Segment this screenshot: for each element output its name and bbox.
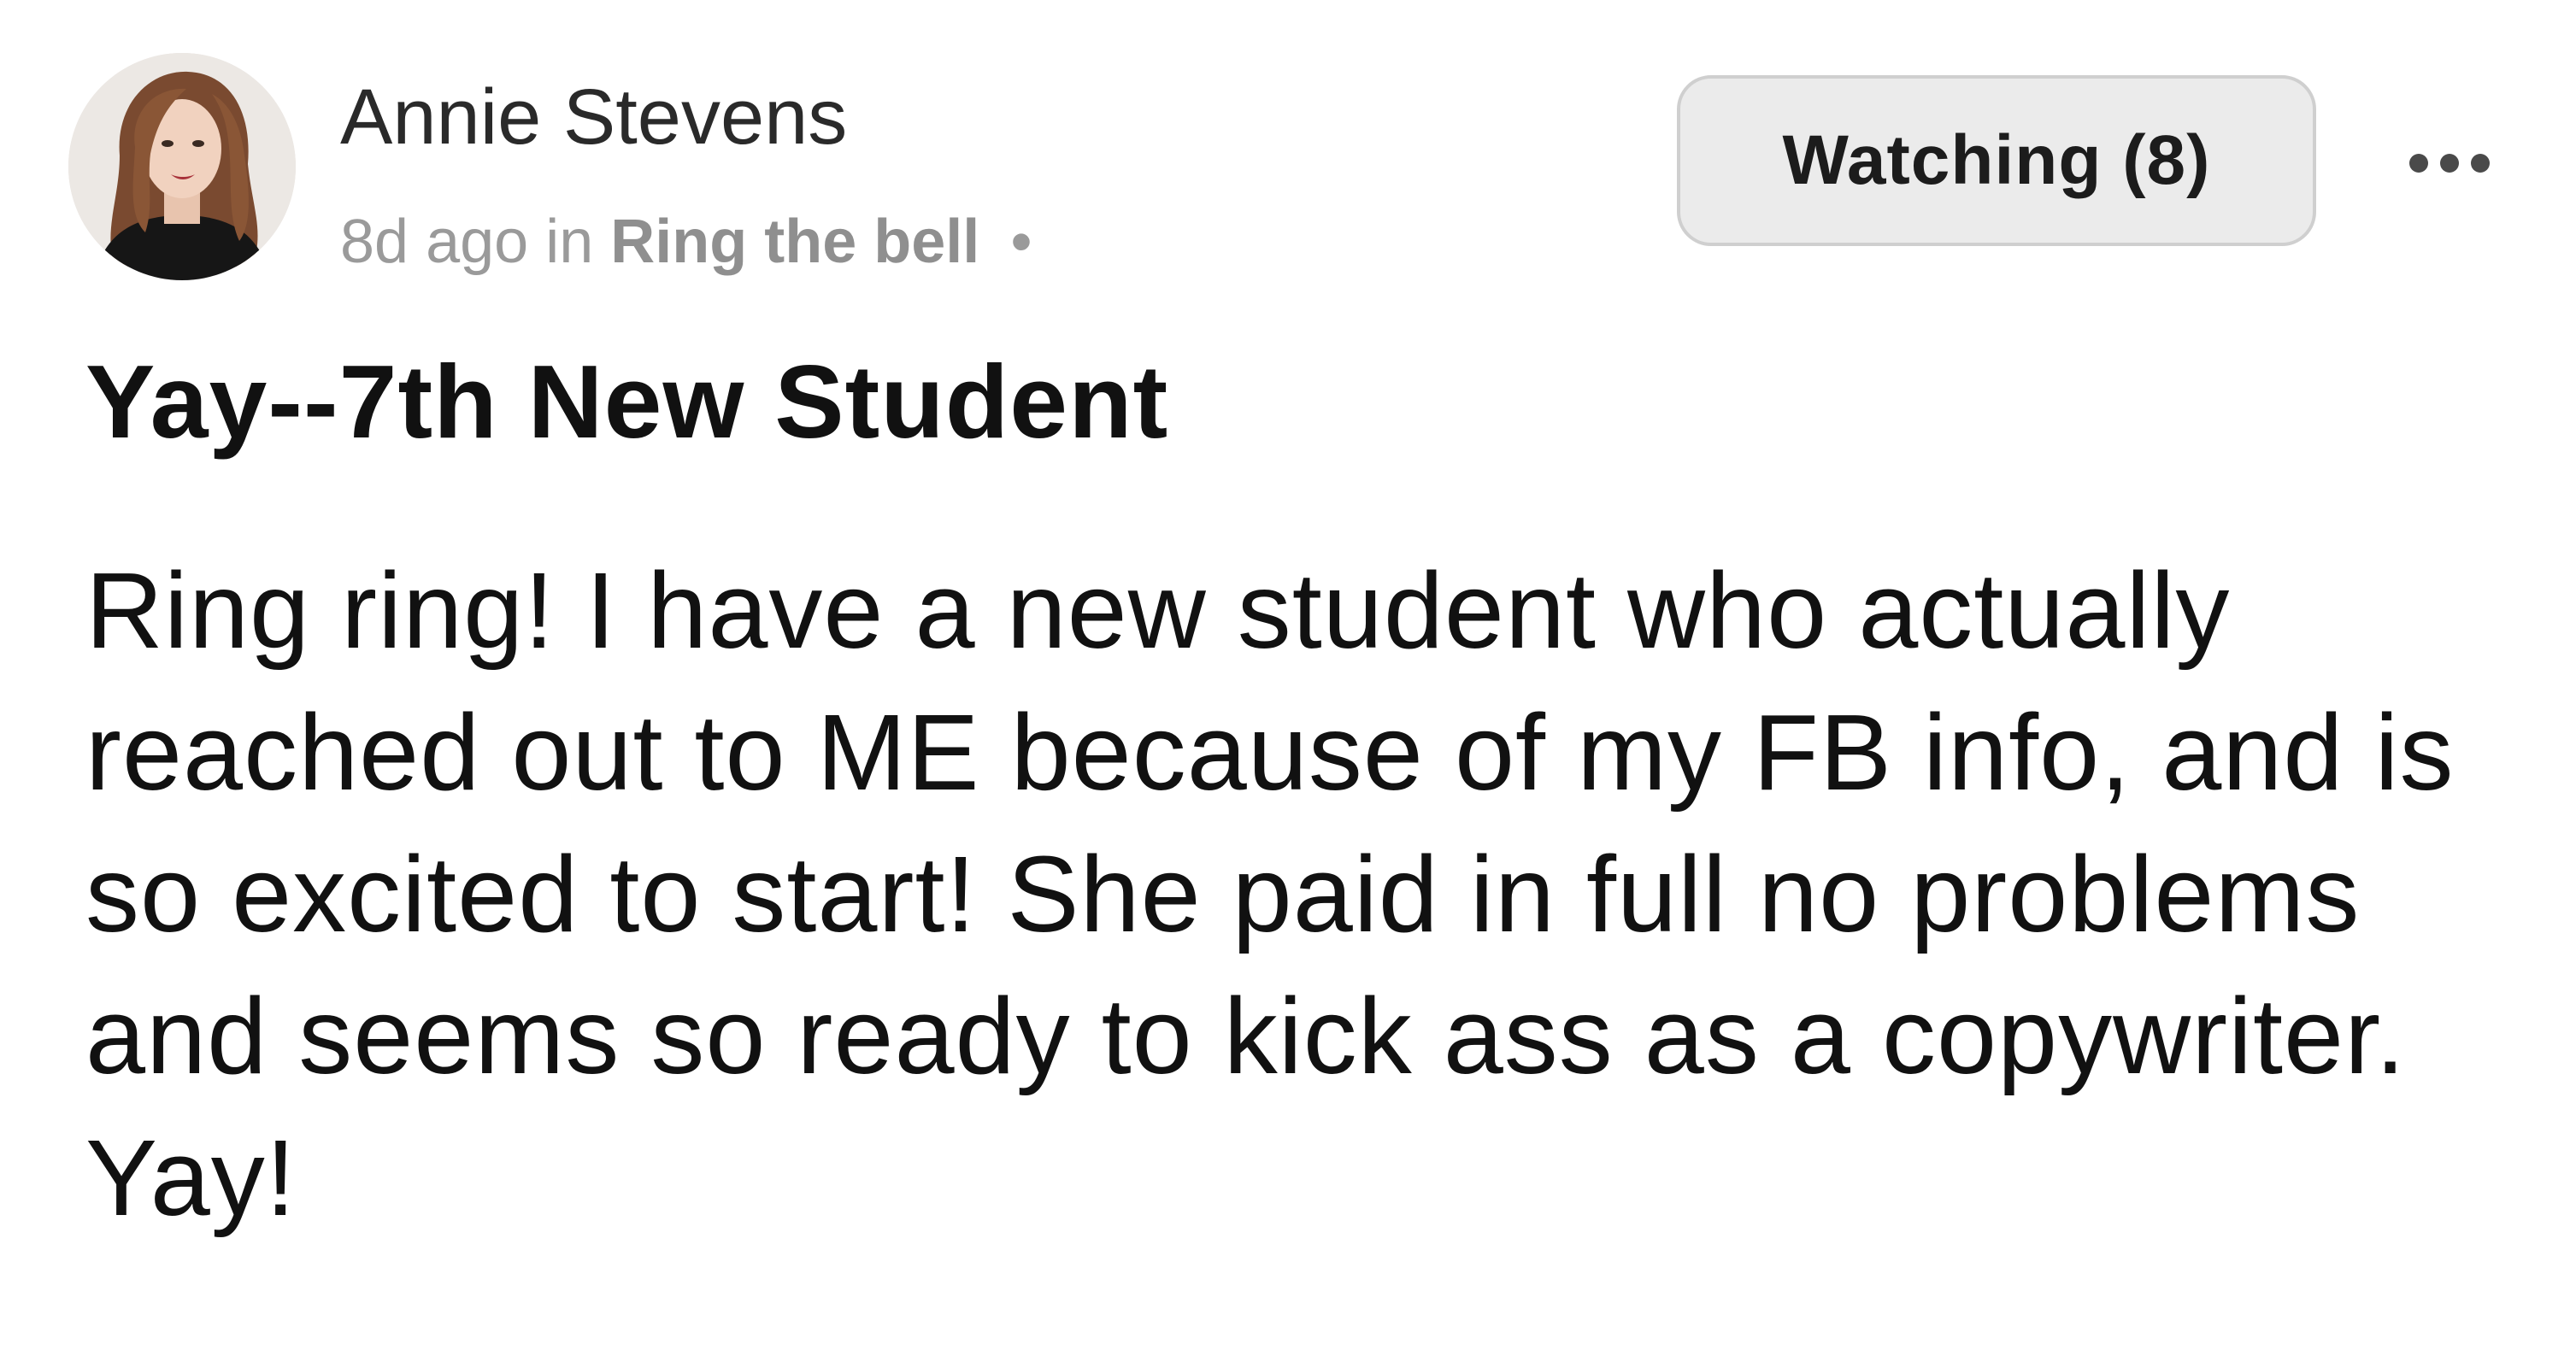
- category-link[interactable]: Ring the bell: [610, 208, 979, 276]
- more-horizontal-icon[interactable]: [2408, 150, 2491, 176]
- watching-button[interactable]: Watching (8): [1677, 75, 2316, 246]
- post-title: Yay--7th New Student: [85, 343, 1169, 460]
- post-body: Ring ring! I have a new student who actu…: [85, 550, 2455, 1238]
- post-in-word: in: [545, 208, 594, 276]
- post-meta: 8d ago in Ring the bell •: [340, 203, 1032, 280]
- meta-separator: •: [1010, 208, 1032, 276]
- post-time: 8d ago: [340, 208, 529, 276]
- author-name[interactable]: Annie Stevens: [340, 70, 847, 164]
- author-avatar[interactable]: [68, 53, 296, 280]
- avatar-photo: [68, 53, 296, 280]
